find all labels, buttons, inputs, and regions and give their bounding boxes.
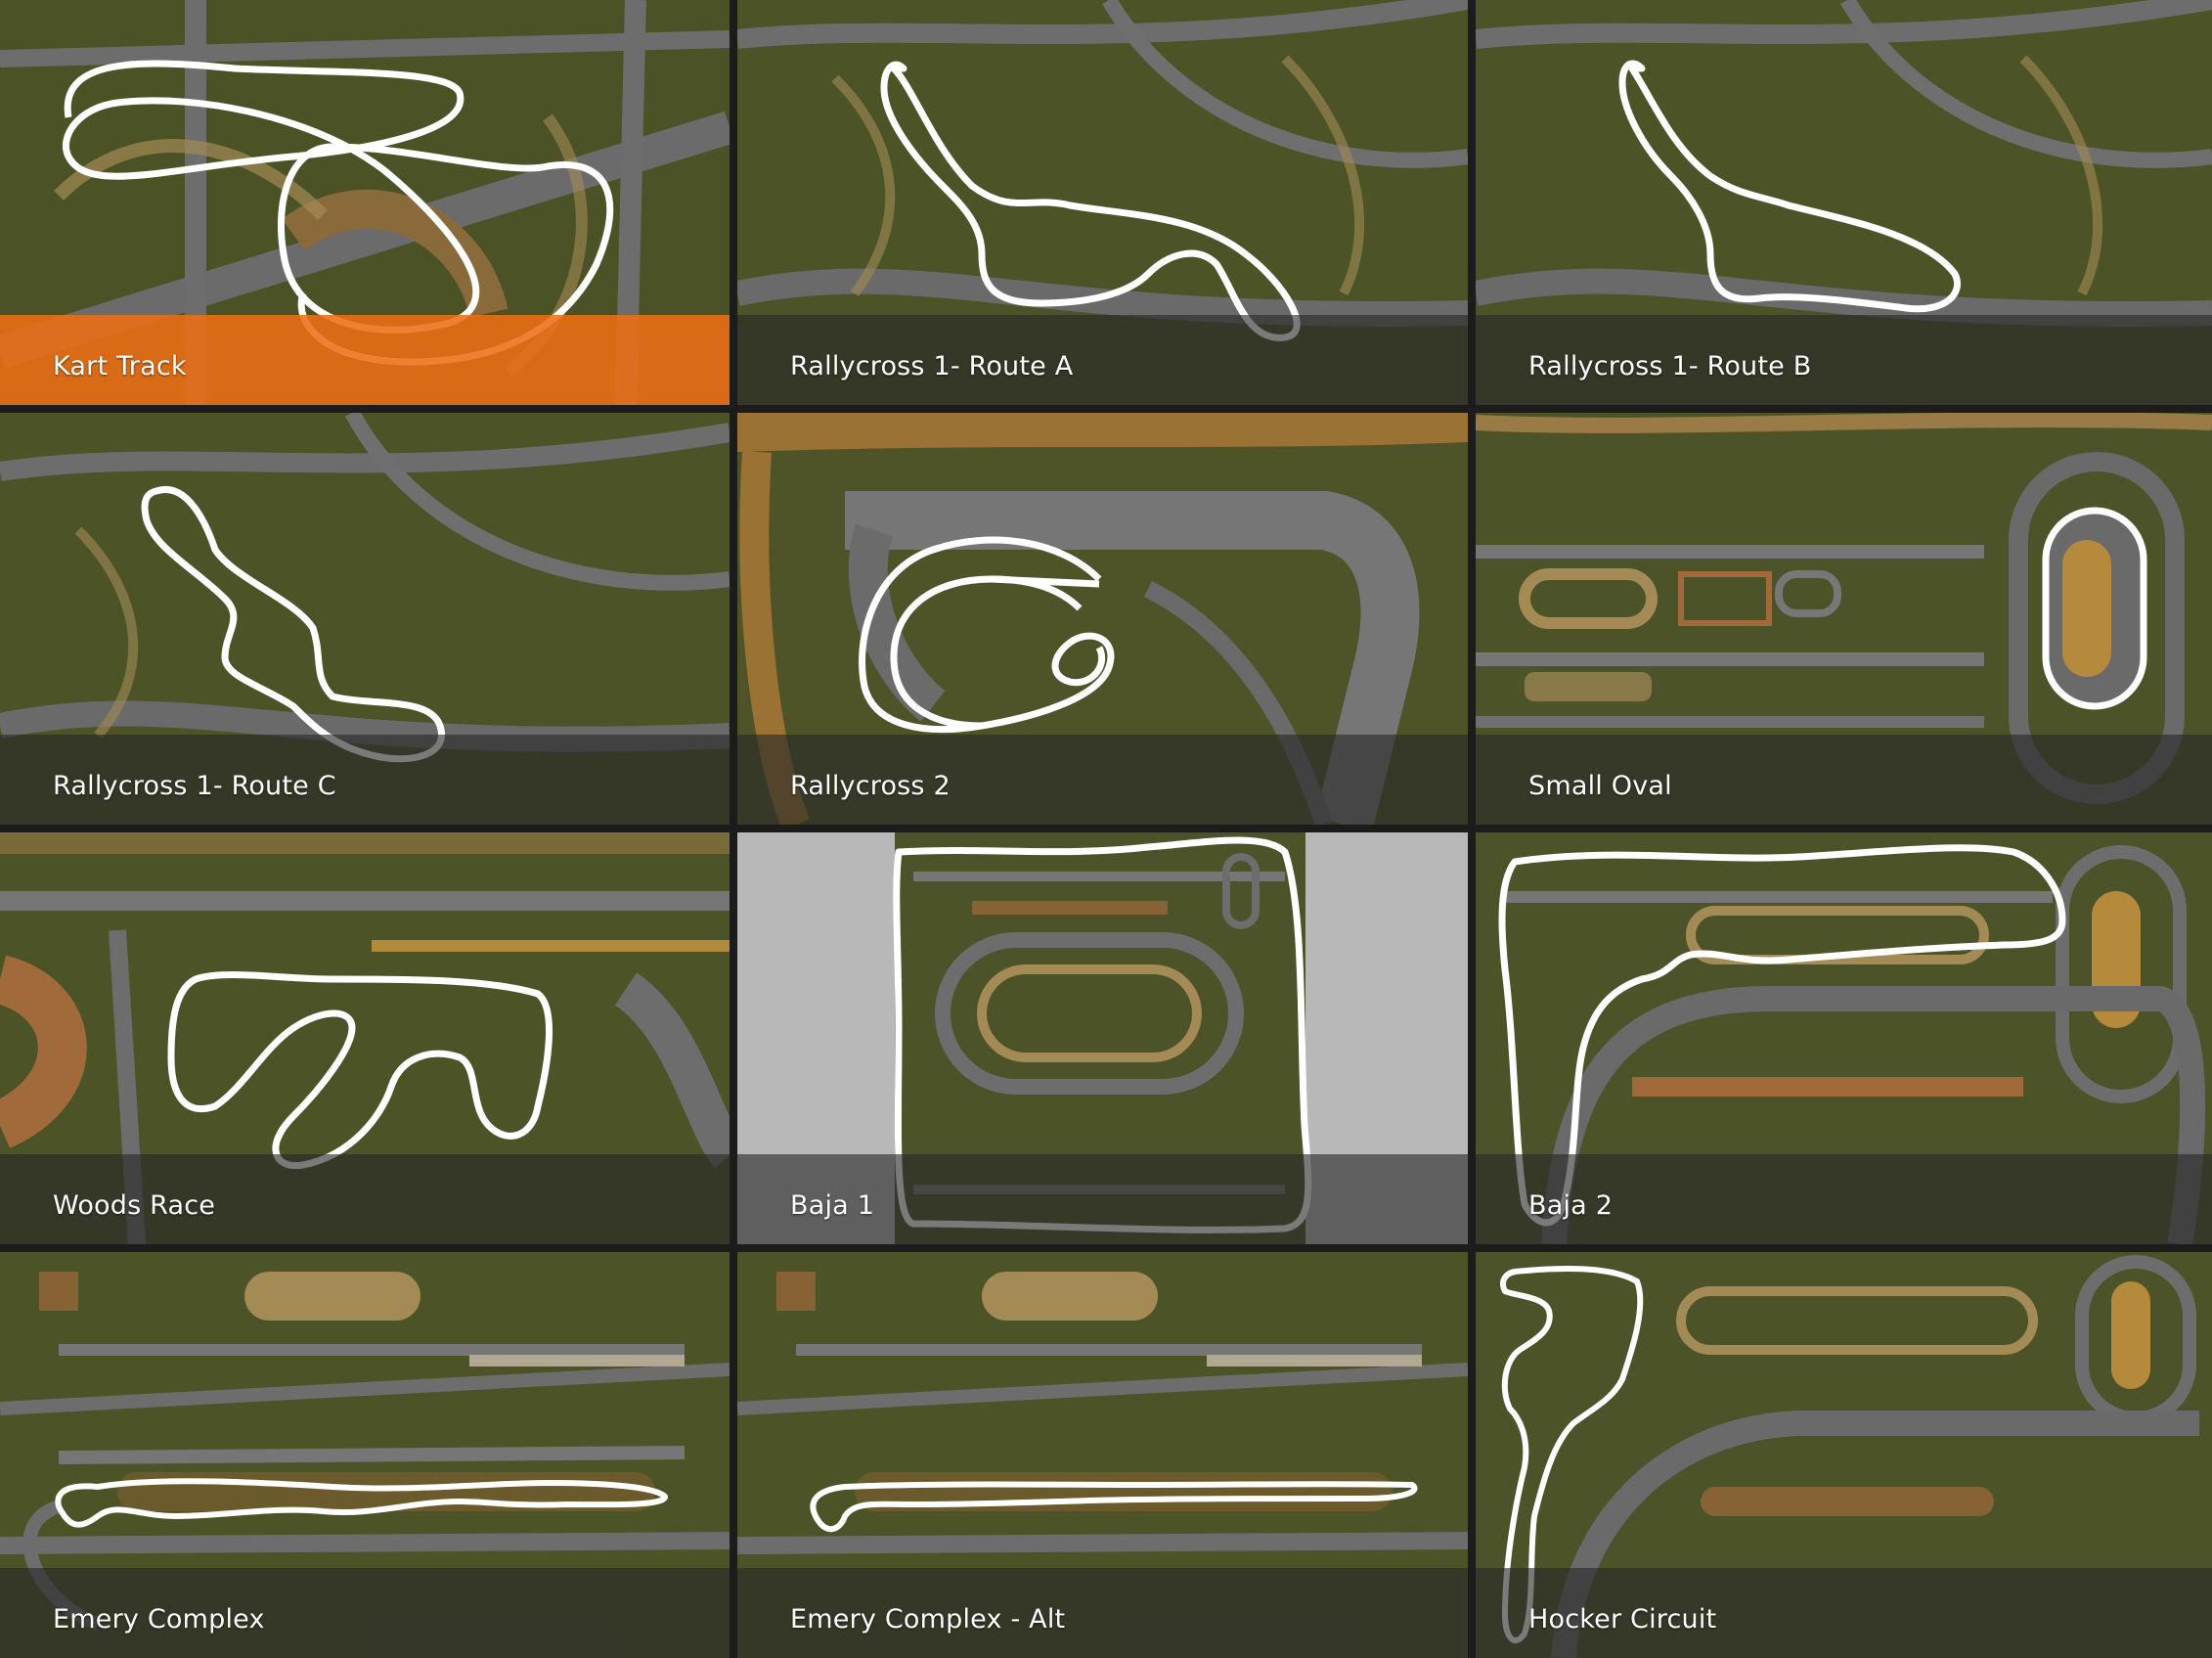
track-tile-baja-2[interactable]: Baja 2	[1476, 832, 2212, 1244]
track-tile-rallycross-2[interactable]: Rallycross 2	[737, 413, 1468, 825]
track-label: Kart Track	[53, 351, 187, 381]
track-tile-baja-1[interactable]: Baja 1	[737, 832, 1468, 1244]
track-tile-rallycross-1-route-b[interactable]: Rallycross 1- Route B	[1476, 0, 2212, 405]
track-tile-emery-complex[interactable]: Emery Complex	[0, 1252, 730, 1658]
track-tile-small-oval[interactable]: Small Oval	[1476, 413, 2212, 825]
track-label: Rallycross 1- Route A	[790, 351, 1074, 381]
track-label: Small Oval	[1528, 771, 1672, 801]
track-tile-rallycross-1-route-a[interactable]: Rallycross 1- Route A	[737, 0, 1468, 405]
track-label: Woods Race	[53, 1190, 216, 1221]
track-selection-grid: Kart Track Rallycross 1- Route A Rallycr…	[0, 0, 2212, 1658]
track-label: Emery Complex - Alt	[790, 1604, 1066, 1635]
track-label: Rallycross 1- Route C	[53, 771, 336, 801]
track-tile-rallycross-1-route-c[interactable]: Rallycross 1- Route C	[0, 413, 730, 825]
track-tile-hocker-circuit[interactable]: Hocker Circuit	[1476, 1252, 2212, 1658]
track-label: Emery Complex	[53, 1604, 265, 1635]
track-label: Baja 1	[790, 1190, 875, 1221]
track-tile-kart-track[interactable]: Kart Track	[0, 0, 730, 405]
track-label: Rallycross 2	[790, 771, 951, 801]
track-label: Hocker Circuit	[1528, 1604, 1717, 1635]
track-tile-emery-complex-alt[interactable]: Emery Complex - Alt	[737, 1252, 1468, 1658]
track-label: Baja 2	[1528, 1190, 1614, 1221]
track-label: Rallycross 1- Route B	[1528, 351, 1812, 381]
track-tile-woods-race[interactable]: Woods Race	[0, 832, 730, 1244]
